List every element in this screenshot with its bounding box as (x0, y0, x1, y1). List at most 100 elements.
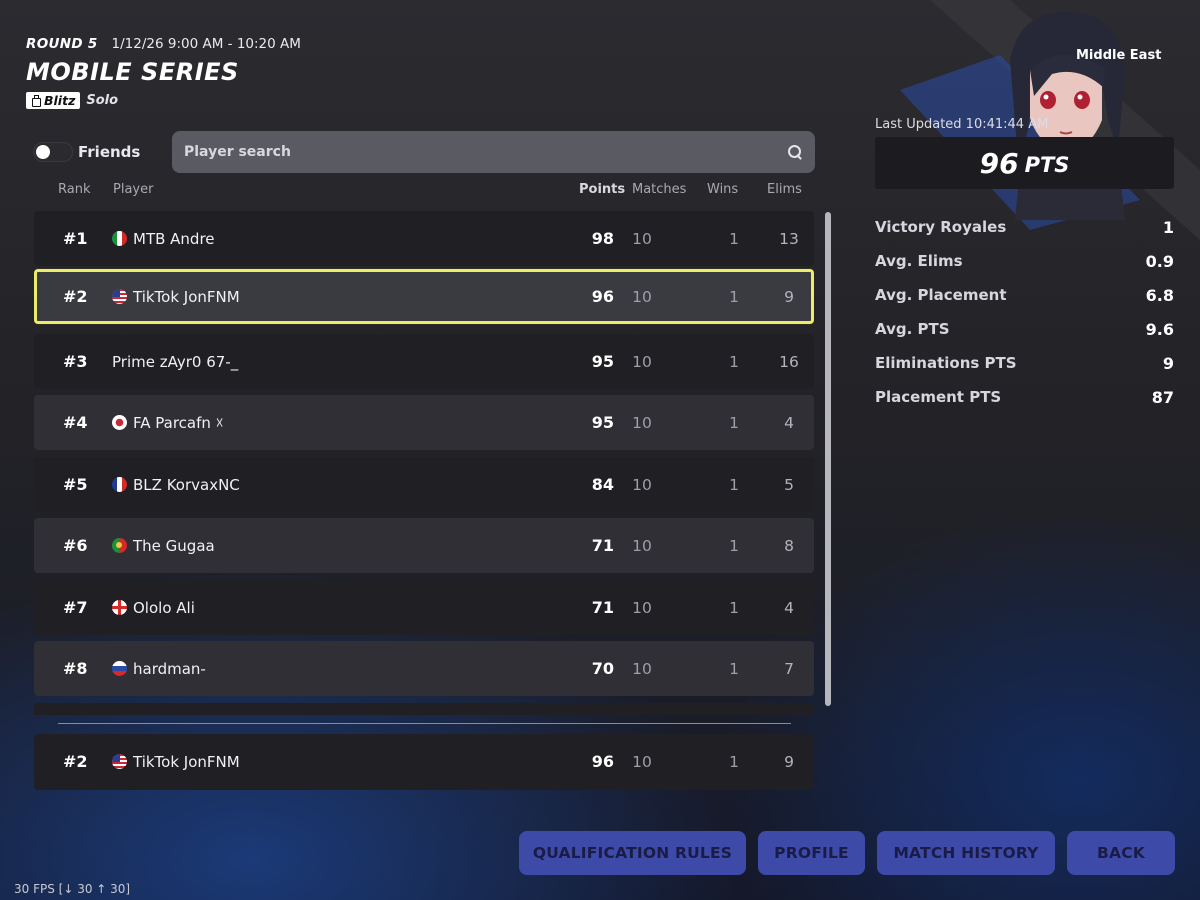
row-matches: 10 (632, 413, 652, 432)
pinned-player-row[interactable]: #2 TikTok JonFNM 96 10 1 9 (34, 734, 814, 790)
profile-button[interactable]: PROFILE (758, 831, 865, 875)
row-elims: 9 (784, 287, 794, 306)
row-points: 84 (591, 475, 614, 494)
stat-label: Eliminations PTS (875, 354, 1017, 372)
round-info: ROUND 5 1/12/26 9:00 AM - 10:20 AM (26, 36, 526, 52)
player-name: Prime zAyr0 67-_ (112, 352, 239, 371)
last-updated: Last Updated 10:41:44 AM (875, 117, 1049, 132)
column-points[interactable]: Points (579, 182, 625, 197)
row-points: 96 (591, 752, 614, 771)
leaderboard-row[interactable]: #4 FA Parcafn ☓ 95 10 1 4 (34, 395, 814, 450)
stat-label: Avg. Placement (875, 286, 1007, 304)
friends-label: Friends (78, 143, 141, 161)
tournament-leaderboard-screen: ROUND 5 1/12/26 9:00 AM - 10:20 AM MOBIL… (0, 0, 1200, 900)
row-rank: #7 (63, 598, 88, 617)
leaderboard-row[interactable]: #1 MTB Andre 98 10 1 13 (34, 211, 814, 266)
russia-flag-icon (112, 661, 127, 676)
row-elims: 7 (784, 659, 794, 678)
row-matches: 10 (632, 752, 652, 771)
back-button[interactable]: BACK (1067, 831, 1175, 875)
stat-label: Placement PTS (875, 388, 1002, 406)
qualification-rules-button[interactable]: QUALIFICATION RULES (519, 831, 746, 875)
stat-label: Victory Royales (875, 218, 1007, 236)
pinned-divider (58, 723, 791, 724)
row-points: 71 (591, 536, 614, 555)
row-elims: 5 (784, 475, 794, 494)
row-matches: 10 (632, 659, 652, 678)
row-wins: 1 (729, 475, 739, 494)
japan-flag-icon (112, 415, 127, 430)
row-wins: 1 (729, 229, 739, 248)
friends-toggle[interactable] (33, 142, 73, 162)
row-elims: 16 (779, 352, 799, 371)
row-matches: 10 (632, 229, 652, 248)
row-points: 96 (591, 287, 614, 306)
row-elims: 9 (784, 752, 794, 771)
row-elims: 13 (779, 229, 799, 248)
column-elims[interactable]: Elims (767, 182, 802, 197)
mode-badge-label: Blitz (44, 93, 76, 108)
round-label: ROUND 5 (26, 36, 98, 52)
leaderboard-row-selected[interactable]: #2 TikTok JonFNM 96 10 1 9 (34, 269, 814, 324)
england-flag-icon (112, 600, 127, 615)
toggle-knob (36, 145, 50, 159)
player-name: FA Parcafn ☓ (133, 413, 224, 432)
player-name: The Gugaa (133, 536, 215, 555)
row-elims: 4 (784, 598, 794, 617)
stat-row: Placement PTS 87 (875, 380, 1174, 414)
row-rank: #4 (63, 413, 88, 432)
column-wins[interactable]: Wins (707, 182, 738, 197)
usa-flag-icon (112, 289, 127, 304)
row-player: Ololo Ali (112, 580, 195, 635)
portugal-flag-icon (112, 538, 127, 553)
row-wins: 1 (729, 287, 739, 306)
event-header: ROUND 5 1/12/26 9:00 AM - 10:20 AM MOBIL… (26, 36, 526, 109)
row-matches: 10 (632, 475, 652, 494)
leaderboard-row[interactable]: #7 Ololo Ali 71 10 1 4 (34, 580, 814, 635)
mode-badge: Blitz (26, 92, 81, 109)
row-player: The Gugaa (112, 518, 215, 573)
stat-value: 0.9 (1145, 251, 1174, 271)
italy-flag-icon (112, 231, 127, 246)
row-matches: 10 (632, 536, 652, 555)
stat-value: 9 (1162, 353, 1174, 373)
row-points: 95 (591, 413, 614, 432)
player-name: TikTok JonFNM (133, 752, 240, 771)
stat-value: 9.6 (1145, 319, 1174, 339)
player-search-box[interactable] (172, 131, 815, 173)
leaderboard-scrollbar[interactable] (825, 212, 831, 706)
row-player: hardman- (112, 641, 206, 696)
fps-counter: 30 FPS [↓ 30 ↑ 30] (14, 882, 131, 896)
leaderboard-row[interactable]: #8 hardman- 70 10 1 7 (34, 641, 814, 696)
stat-row: Avg. Elims 0.9 (875, 244, 1174, 278)
leaderboard-row-partial[interactable] (34, 703, 814, 715)
row-rank: #2 (63, 287, 88, 306)
row-matches: 10 (632, 352, 652, 371)
leaderboard-row[interactable]: #3 Prime zAyr0 67-_ 95 10 1 16 (34, 334, 814, 389)
total-points-unit: PTS (1024, 153, 1070, 177)
column-matches[interactable]: Matches (632, 182, 686, 197)
row-rank: #3 (63, 352, 88, 371)
total-points-value: 96 (979, 146, 1019, 180)
player-stats: Victory Royales 1 Avg. Elims 0.9 Avg. Pl… (875, 210, 1174, 414)
row-rank: #8 (63, 659, 88, 678)
search-icon[interactable] (787, 144, 803, 160)
blitz-icon (31, 95, 41, 107)
player-name: TikTok JonFNM (133, 287, 240, 306)
row-rank: #6 (63, 536, 88, 555)
leaderboard-list: #1 MTB Andre 98 10 1 13 #2 TikTok JonFNM… (34, 211, 814, 715)
row-wins: 1 (729, 752, 739, 771)
row-player: TikTok JonFNM (112, 734, 240, 789)
leaderboard-row[interactable]: #6 The Gugaa 71 10 1 8 (34, 518, 814, 573)
leaderboard-row[interactable]: #5 BLZ KorvaxNC 84 10 1 5 (34, 457, 814, 512)
stat-label: Avg. Elims (875, 252, 963, 270)
stat-value: 1 (1162, 217, 1174, 237)
player-name: BLZ KorvaxNC (133, 475, 240, 494)
match-history-button[interactable]: MATCH HISTORY (877, 831, 1055, 875)
row-wins: 1 (729, 413, 739, 432)
region-label: Middle East (1076, 48, 1162, 63)
series-title: MOBILE SERIES (26, 58, 239, 86)
column-rank: Rank (58, 182, 91, 197)
stat-value: 6.8 (1145, 285, 1174, 305)
player-search-input[interactable] (184, 144, 787, 160)
